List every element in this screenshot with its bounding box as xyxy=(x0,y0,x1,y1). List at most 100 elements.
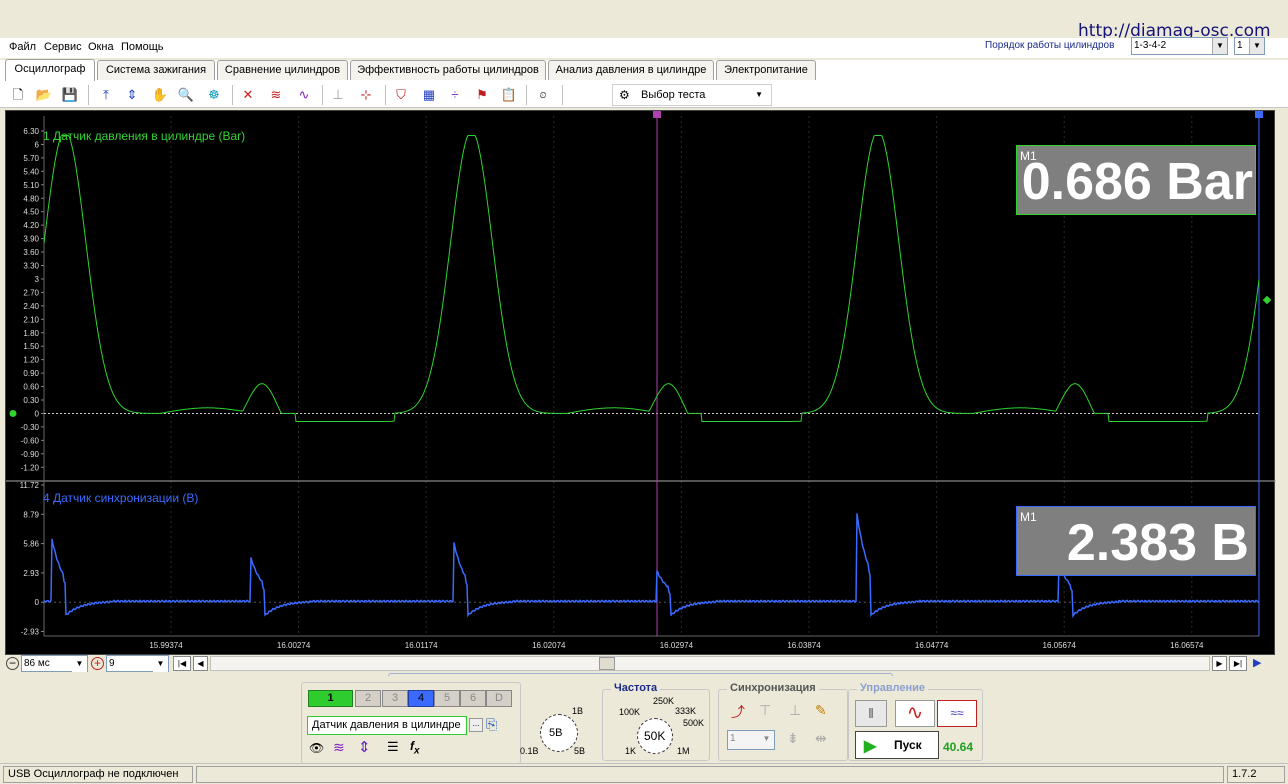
zero-icon[interactable]: ⊹ xyxy=(356,85,376,105)
table-icon[interactable]: ▦ xyxy=(419,85,439,105)
channel1-label: 1 Датчик давления в цилиндре (Bar) xyxy=(43,129,246,143)
channel1-level-marker xyxy=(1262,295,1272,305)
horizontal-scrollbar[interactable] xyxy=(210,656,1210,671)
pen-trigger-icon[interactable]: ✎ xyxy=(815,702,827,719)
hand-icon[interactable]: ✋ xyxy=(150,85,170,105)
zoom-icon[interactable]: 🔍 xyxy=(176,85,196,105)
y-tick-ch4: -2.93 xyxy=(21,628,40,637)
channel-1-button[interactable]: 1 xyxy=(308,690,353,707)
tab-pressure-analysis[interactable]: Анализ давления в цилиндре xyxy=(548,60,714,80)
status-middle xyxy=(196,766,1224,783)
save-icon[interactable]: 💾 xyxy=(60,85,80,105)
tab-cylinder-efficiency[interactable]: Эффективность работы цилиндров xyxy=(350,60,546,80)
channel-group: 1 2 3 4 5 6 D Датчик давления в цилиндре… xyxy=(301,682,521,764)
prev-page-icon[interactable]: ◀ xyxy=(193,656,208,671)
tab-bar: Осциллограф Система зажигания Сравнение … xyxy=(0,59,1288,82)
voltage-knob[interactable]: 5В xyxy=(540,714,578,752)
sync-channel-select[interactable]: 1 ▼ xyxy=(727,730,775,750)
cursor-horizontal-icon[interactable]: ⤒ xyxy=(96,85,116,105)
y-tick-ch1: 5.70 xyxy=(23,154,39,163)
level-icon[interactable]: ÷ xyxy=(445,85,465,105)
y-tick-ch1: -0.60 xyxy=(21,436,40,445)
y-tick-ch4: 8.79 xyxy=(23,510,39,519)
y-tick-ch1: -0.30 xyxy=(21,423,40,432)
channel-4-button[interactable]: 4 xyxy=(408,690,434,707)
pause-icon[interactable]: ‖ xyxy=(855,700,887,727)
sync-offset-icon[interactable]: ⇹ xyxy=(815,730,827,747)
browse-button[interactable]: ... xyxy=(469,718,483,732)
tab-power[interactable]: Электропитание xyxy=(716,60,816,80)
oscilloscope-display[interactable]: 6.30 6 5.70 5.40 5.10 4.80 4.50 4.20 3.90 3.60 3.3… xyxy=(5,110,1276,655)
function-icon[interactable]: fx xyxy=(410,739,420,756)
notes-icon[interactable]: 📋 xyxy=(499,85,519,105)
last-page-icon[interactable]: ▶| xyxy=(1229,656,1247,671)
marker-icon[interactable]: ⚑ xyxy=(472,85,492,105)
menu-file[interactable]: Файл xyxy=(9,41,36,53)
y-tick-ch1: 0 xyxy=(35,409,40,418)
next-page-icon[interactable]: ▶ xyxy=(1212,656,1227,671)
spectrum-icon[interactable]: ∿ xyxy=(294,85,314,105)
first-page-icon[interactable]: |◀ xyxy=(173,656,191,671)
chevron-down-icon: ▼ xyxy=(1212,38,1227,54)
menu-service[interactable]: Сервис xyxy=(44,41,82,53)
division-select[interactable]: 9 ▼ xyxy=(106,655,169,672)
start-button[interactable]: ▶ Пуск xyxy=(855,731,939,759)
channel-6-button[interactable]: 6 xyxy=(460,690,486,707)
play-icon[interactable]: ▶ xyxy=(1253,656,1261,669)
channel-5-button[interactable]: 5 xyxy=(434,690,460,707)
timebase-select[interactable]: 86 мс ▼ xyxy=(21,655,88,672)
sensor-icon[interactable]: ⎘ xyxy=(486,716,497,733)
channel-d-button[interactable]: D xyxy=(486,690,512,707)
y-tick-ch4: 11.72 xyxy=(20,481,40,490)
open-icon[interactable]: 📂 xyxy=(34,85,54,105)
multi-wave-icon[interactable]: ≈≈ xyxy=(937,700,977,727)
cylinder-number-select[interactable]: 1 ▼ xyxy=(1234,37,1265,55)
zoom-out-icon[interactable]: − xyxy=(6,657,19,670)
y-tick-ch1: 3.90 xyxy=(23,235,39,244)
chevron-down-icon: ▼ xyxy=(1249,38,1264,54)
y-tick-ch1: 4.80 xyxy=(23,194,39,203)
falling-trigger-icon[interactable]: ⊥ xyxy=(789,702,801,719)
y-tick-ch1: 5.40 xyxy=(23,167,39,176)
test-select[interactable]: ⚙ Выбор теста ▼ xyxy=(612,84,772,106)
tab-cylinder-compare[interactable]: Сравнение цилиндров xyxy=(217,60,348,80)
y-tick-ch1: -0.90 xyxy=(21,450,40,459)
tab-ignition[interactable]: Система зажигания xyxy=(97,60,215,80)
menu-windows[interactable]: Окна xyxy=(88,41,114,53)
auto-icon[interactable]: ⏲ xyxy=(533,85,553,105)
rising-trigger-icon[interactable]: ⊤ xyxy=(759,702,771,719)
version-label: 1.7.2 xyxy=(1227,766,1285,783)
y-tick-ch1: 5.10 xyxy=(23,181,39,190)
lines-icon[interactable]: ☰ xyxy=(387,739,399,755)
filter-icon[interactable]: ☸ xyxy=(204,85,224,105)
zoom-in-icon[interactable]: + xyxy=(91,657,104,670)
rising-edge-icon[interactable]: ⤴ xyxy=(731,702,745,722)
channel-name-field[interactable]: Датчик давления в цилиндре xyxy=(307,716,467,735)
sine-wave-icon[interactable]: ∿ xyxy=(895,700,935,727)
eye-icon[interactable]: 👁 xyxy=(309,741,324,755)
y-tick-ch1: 6 xyxy=(35,140,40,149)
cursor-vertical-icon[interactable]: ⇕ xyxy=(122,85,142,105)
menu-help[interactable]: Помощь xyxy=(121,41,164,53)
sync-level-icon[interactable]: ⇟ xyxy=(787,730,799,747)
channel-config-icon[interactable]: ⛉ xyxy=(391,85,411,105)
y-tick-ch1: 2.10 xyxy=(23,315,39,324)
channel-3-button[interactable]: 3 xyxy=(382,690,408,707)
frequency-knob[interactable]: 50K xyxy=(637,718,673,754)
tab-oscilloscope[interactable]: Осциллограф xyxy=(5,59,95,81)
overlay-icon[interactable]: ≋ xyxy=(266,85,286,105)
y-tick-ch1: 0.60 xyxy=(23,383,39,392)
xy-icon[interactable]: ✕ xyxy=(238,85,258,105)
auto-trigger-icon[interactable]: ⊥ xyxy=(328,85,348,105)
vertical-scale-icon[interactable]: ⇕ xyxy=(358,738,371,756)
channel4-readout: M1 2.383 В xyxy=(1016,506,1256,576)
voltage-knob-group: 1В 0.1В 5В 5В xyxy=(520,706,586,756)
play-icon: ▶ xyxy=(864,738,877,755)
control-panel: 1 2 3 4 5 6 D Датчик давления в цилиндре… xyxy=(5,676,1275,764)
scroll-thumb[interactable] xyxy=(599,657,615,670)
y-tick-ch1: 1.20 xyxy=(23,356,39,365)
cylinder-order-select[interactable]: 1-3-4-2 ▼ xyxy=(1131,37,1228,55)
new-icon[interactable]: 🗋 xyxy=(8,85,28,105)
channel-2-button[interactable]: 2 xyxy=(355,690,381,707)
noise-filter-icon[interactable]: ≋ xyxy=(333,739,345,756)
